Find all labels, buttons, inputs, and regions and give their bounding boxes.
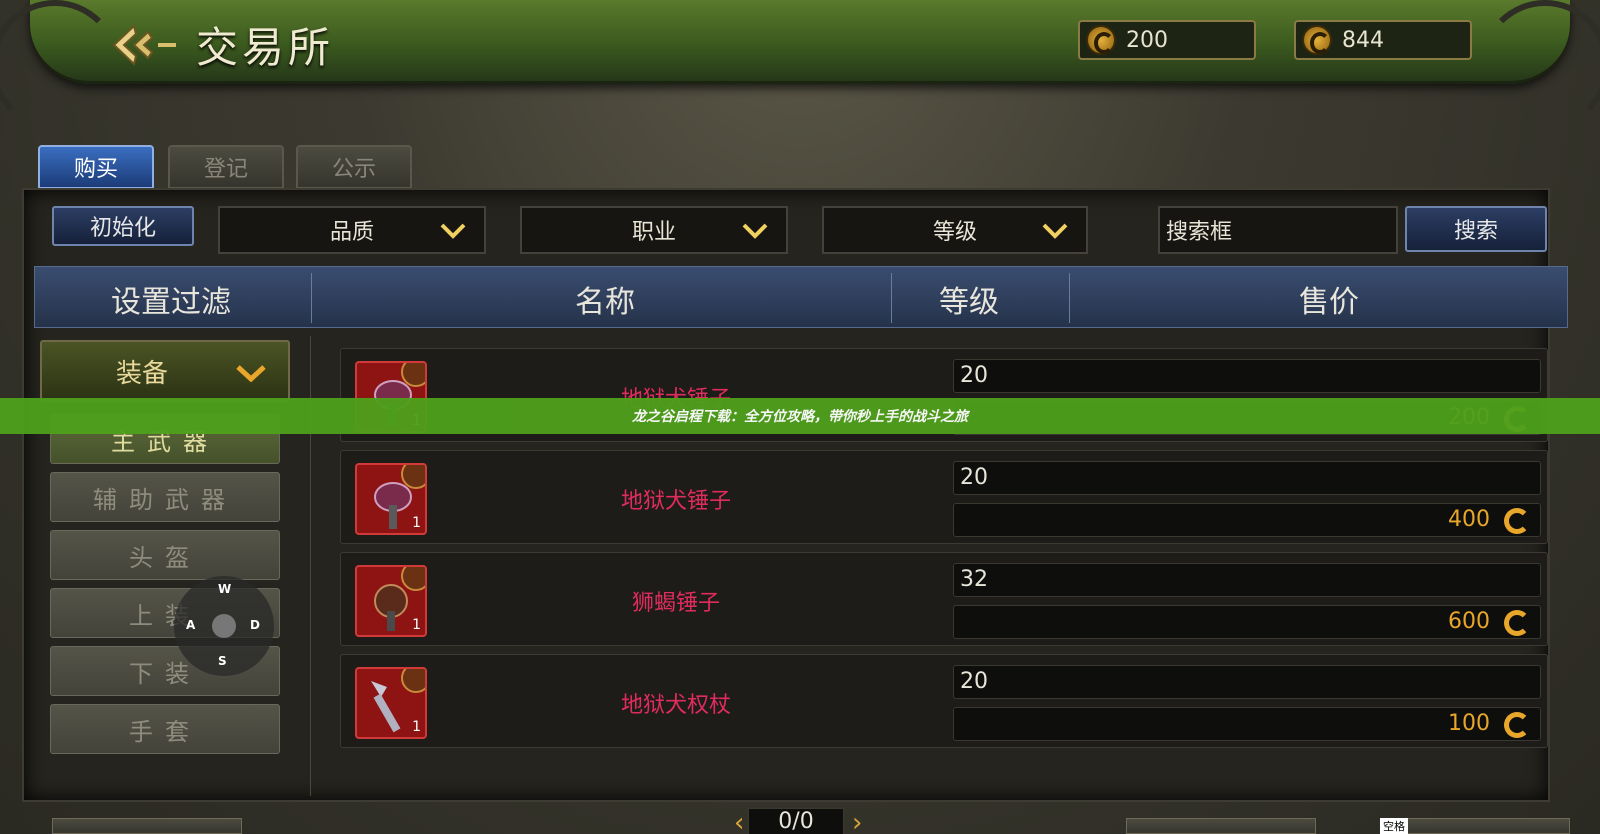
bottom-right-button[interactable]	[1400, 818, 1570, 834]
frame-corner-right	[1480, 0, 1600, 130]
gold-coin-icon	[1504, 508, 1530, 534]
locked-coin-icon	[1302, 25, 1332, 55]
level-dropdown[interactable]: 等级	[822, 206, 1088, 254]
gold-currency-display: 200	[1078, 20, 1256, 60]
item-level: 32	[953, 563, 1541, 597]
gold-coin-icon	[1086, 25, 1116, 55]
item-price: 600	[1448, 609, 1490, 634]
hammer-item-icon: 1	[355, 565, 427, 637]
sidebar-item-helmet[interactable]: 头盔	[50, 530, 280, 580]
column-header: 设置过滤 名称 等级 售价	[34, 266, 1568, 328]
search-input[interactable]: 搜索框	[1158, 206, 1398, 254]
chevron-down-icon	[1042, 223, 1068, 239]
bound-currency-display: 844	[1294, 20, 1472, 60]
filter-column-label: 设置过滤	[111, 285, 231, 320]
item-price-field: 100	[953, 707, 1541, 741]
list-item[interactable]: 1 地狱犬锤子 20 400	[340, 450, 1548, 544]
item-price: 400	[1448, 507, 1490, 532]
key-d-label: D	[250, 618, 260, 632]
page-title: 交易所	[196, 23, 335, 72]
level-column-label: 等级	[939, 285, 999, 320]
overlay-banner: 龙之谷启程下载：全方位攻略，带你秒上手的战斗之旅	[0, 398, 1600, 434]
tab-buy[interactable]: 购买	[38, 145, 154, 189]
quality-dropdown[interactable]: 品质	[218, 206, 486, 254]
key-a-label: A	[186, 618, 196, 632]
level-label: 等级	[932, 220, 977, 245]
gold-amount: 200	[1126, 27, 1168, 53]
tab-notice[interactable]: 公示	[296, 145, 412, 189]
class-label: 职业	[631, 220, 676, 245]
item-level: 20	[953, 665, 1541, 699]
gold-coin-icon	[1504, 610, 1530, 636]
key-s-label: S	[218, 654, 227, 668]
item-quantity: 1	[412, 515, 421, 531]
item-price-field: 400	[953, 503, 1541, 537]
wasd-joystick[interactable]: W A D S	[174, 576, 274, 676]
item-level: 20	[953, 461, 1541, 495]
item-quantity: 1	[412, 719, 421, 735]
list-item[interactable]: 1 地狱犬权杖 20 100	[340, 654, 1548, 748]
hammer-item-icon: 1	[355, 463, 427, 535]
item-name: 狮蝎锤子	[631, 591, 720, 616]
bottom-mid-button[interactable]	[1126, 818, 1316, 834]
column-divider	[1069, 273, 1070, 323]
tab-register[interactable]: 登记	[168, 145, 284, 189]
item-name: 地狱犬锤子	[620, 489, 731, 514]
item-name: 地狱犬权杖	[620, 693, 731, 718]
item-level: 20	[953, 359, 1541, 393]
column-divider	[311, 273, 312, 323]
next-page-icon[interactable]: ›	[852, 808, 866, 834]
list-item[interactable]: 1 狮蝎锤子 32 600	[340, 552, 1548, 646]
item-price-field: 600	[953, 605, 1541, 639]
name-column-label: 名称	[575, 285, 635, 320]
bottom-left-button[interactable]	[52, 818, 242, 834]
item-quantity: 1	[412, 617, 421, 633]
joystick-knob[interactable]	[212, 614, 236, 638]
sidebar-item-gloves[interactable]: 手套	[50, 704, 280, 754]
gold-coin-icon	[1504, 712, 1530, 738]
space-key-label: 空格	[1380, 818, 1408, 834]
chevron-down-icon	[440, 223, 466, 239]
search-button[interactable]: 搜索	[1405, 206, 1547, 252]
category-equipment[interactable]: 装备	[40, 340, 290, 402]
reset-button[interactable]: 初始化	[52, 206, 194, 246]
bound-amount: 844	[1342, 27, 1384, 53]
category-label: 装备	[116, 358, 169, 389]
quality-label: 品质	[329, 220, 374, 245]
price-column-label: 售价	[1299, 285, 1359, 320]
back-arrow-icon[interactable]	[110, 22, 182, 68]
prev-page-icon[interactable]: ‹	[734, 808, 748, 834]
item-price: 100	[1448, 711, 1490, 736]
key-w-label: W	[218, 582, 232, 596]
chevron-down-icon	[236, 365, 266, 382]
scepter-item-icon: 1	[355, 667, 427, 739]
column-divider	[891, 273, 892, 323]
sidebar-item-sub-weapon[interactable]: 辅助武器	[50, 472, 280, 522]
page-indicator: 0/0	[748, 808, 844, 834]
chevron-down-icon	[742, 223, 768, 239]
class-dropdown[interactable]: 职业	[520, 206, 788, 254]
